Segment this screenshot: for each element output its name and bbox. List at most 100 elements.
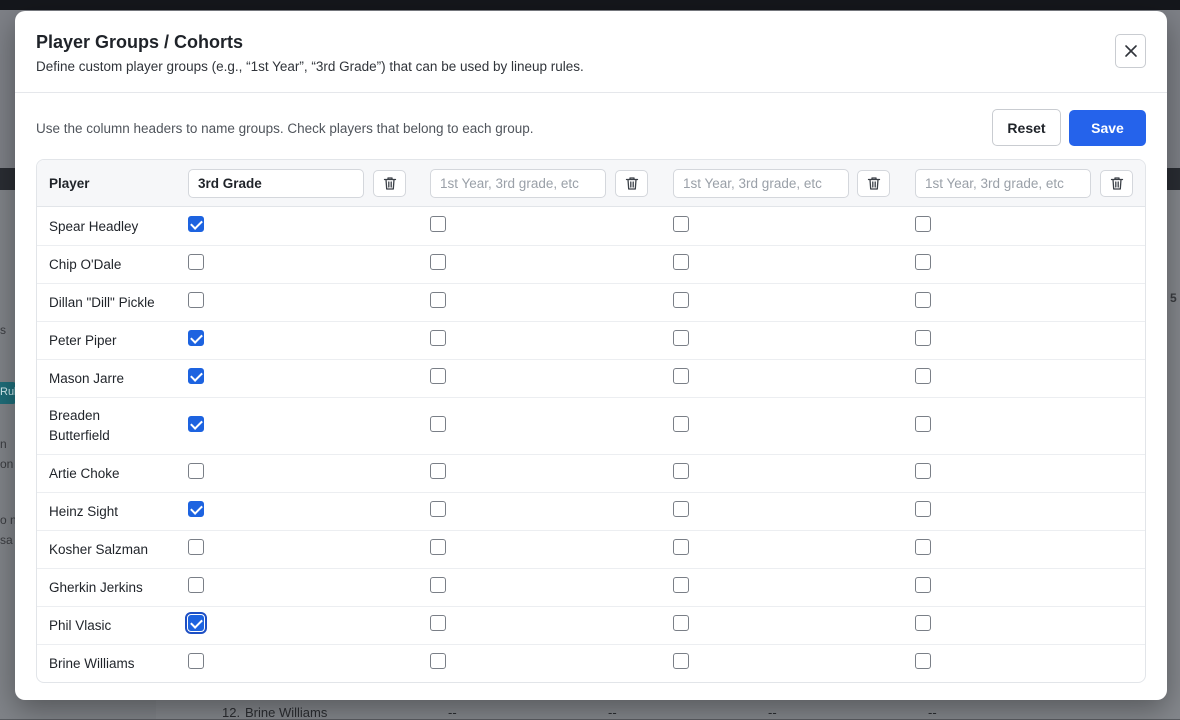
table-row: Mason Jarre	[37, 360, 1145, 398]
table-row: Chip O'Dale	[37, 246, 1145, 284]
group-checkbox-3[interactable]	[673, 577, 689, 593]
group-checkbox-1[interactable]	[188, 416, 204, 432]
group-checkbox-4[interactable]	[915, 216, 931, 232]
group-checkbox-3[interactable]	[673, 254, 689, 270]
group-checkbox-3[interactable]	[673, 539, 689, 555]
close-button[interactable]	[1115, 34, 1146, 68]
group-checkbox-3[interactable]	[673, 216, 689, 232]
player-name: Spear Headley	[49, 219, 139, 234]
group-checkbox-3[interactable]	[673, 416, 689, 432]
player-name: Phil Vlasic	[49, 618, 112, 633]
table-row: Heinz Sight	[37, 493, 1145, 531]
background-fragment: sa	[0, 533, 13, 547]
group-checkbox-2[interactable]	[430, 615, 446, 631]
group-checkbox-1[interactable]	[188, 577, 204, 593]
group-checkbox-1[interactable]	[188, 254, 204, 270]
group-checkbox-3[interactable]	[673, 653, 689, 669]
table-row: Artie Choke	[37, 455, 1145, 493]
group-name-input-4[interactable]	[915, 169, 1091, 198]
delete-group-button-2[interactable]	[615, 170, 648, 197]
table-body: Spear Headley Chip O'Dale Dillan "Dill" Pi…	[37, 208, 1145, 682]
group-checkbox-4[interactable]	[915, 368, 931, 384]
group-checkbox-1[interactable]	[188, 501, 204, 517]
group-checkbox-1[interactable]	[188, 292, 204, 308]
group-checkbox-3[interactable]	[673, 501, 689, 517]
group-checkbox-4[interactable]	[915, 501, 931, 517]
player-column-header: Player	[49, 176, 90, 191]
group-checkbox-2[interactable]	[430, 254, 446, 270]
delete-group-button-3[interactable]	[857, 170, 890, 197]
group-checkbox-3[interactable]	[673, 330, 689, 346]
group-checkbox-4[interactable]	[915, 330, 931, 346]
instructions-text: Use the column headers to name groups. C…	[36, 121, 534, 136]
player-name: Kosher Salzman	[49, 542, 149, 557]
group-checkbox-2[interactable]	[430, 416, 446, 432]
player-groups-modal: Player Groups / Cohorts Define custom pl…	[15, 11, 1167, 700]
group-checkbox-2[interactable]	[430, 501, 446, 517]
modal-header: Player Groups / Cohorts Define custom pl…	[15, 11, 1167, 93]
player-name: Artie Choke	[49, 466, 120, 481]
delete-group-button-4[interactable]	[1100, 170, 1133, 197]
group-checkbox-2[interactable]	[430, 539, 446, 555]
group-checkbox-3[interactable]	[673, 615, 689, 631]
table-header: Player	[37, 160, 1145, 207]
group-checkbox-3[interactable]	[673, 292, 689, 308]
group-checkbox-2[interactable]	[430, 577, 446, 593]
player-name: Heinz Sight	[49, 504, 119, 519]
group-checkbox-1[interactable]	[188, 653, 204, 669]
table-row: Kosher Salzman	[37, 531, 1145, 569]
group-checkbox-4[interactable]	[915, 577, 931, 593]
background-row-number: 12.	[222, 705, 241, 720]
table-row: Dillan "Dill" Pickle	[37, 284, 1145, 322]
group-checkbox-3[interactable]	[673, 463, 689, 479]
group-checkbox-1[interactable]	[188, 330, 204, 346]
group-name-input-3[interactable]	[673, 169, 849, 198]
group-checkbox-4[interactable]	[915, 539, 931, 555]
background-row-dash: --	[608, 705, 617, 720]
table-row: Peter Piper	[37, 322, 1145, 360]
table-row: Phil Vlasic	[37, 607, 1145, 645]
group-checkbox-4[interactable]	[915, 463, 931, 479]
player-name: Chip O'Dale	[49, 257, 122, 272]
player-name: Gherkin Jerkins	[49, 580, 143, 595]
player-name: Peter Piper	[49, 333, 117, 348]
player-name: Dillan "Dill" Pickle	[49, 295, 155, 310]
background-fragment: 5	[1170, 291, 1177, 305]
save-button[interactable]: Save	[1069, 110, 1146, 146]
delete-group-button-1[interactable]	[373, 170, 406, 197]
group-checkbox-2[interactable]	[430, 216, 446, 232]
group-checkbox-4[interactable]	[915, 416, 931, 432]
group-checkbox-4[interactable]	[915, 254, 931, 270]
groups-table: Player Spear Headley Chip O'Dale Dillan "D…	[36, 159, 1146, 683]
group-checkbox-4[interactable]	[915, 615, 931, 631]
group-checkbox-1[interactable]	[188, 368, 204, 384]
group-checkbox-2[interactable]	[430, 292, 446, 308]
group-checkbox-3[interactable]	[673, 368, 689, 384]
group-checkbox-1[interactable]	[188, 463, 204, 479]
group-checkbox-1[interactable]	[185, 612, 207, 634]
player-name: Mason Jarre	[49, 371, 125, 386]
group-checkbox-4[interactable]	[915, 292, 931, 308]
modal-subtitle: Define custom player groups (e.g., “1st …	[36, 59, 584, 74]
close-icon	[1124, 45, 1137, 57]
trash-icon	[625, 177, 638, 190]
background-row-player: Brine Williams	[245, 705, 328, 720]
table-row: Spear Headley	[37, 208, 1145, 246]
player-name: Brine Williams	[49, 656, 135, 671]
background-fragment: n	[0, 437, 7, 451]
background-fragment: s	[0, 323, 6, 337]
group-checkbox-2[interactable]	[430, 368, 446, 384]
group-checkbox-2[interactable]	[430, 330, 446, 346]
group-checkbox-2[interactable]	[430, 463, 446, 479]
group-name-input-2[interactable]	[430, 169, 606, 198]
reset-button[interactable]: Reset	[992, 109, 1061, 146]
background-row-dash: --	[928, 705, 937, 720]
background-fragment: on	[0, 457, 14, 471]
background-topbar	[0, 0, 1180, 10]
group-checkbox-2[interactable]	[430, 653, 446, 669]
group-checkbox-1[interactable]	[188, 539, 204, 555]
group-checkbox-1[interactable]	[188, 216, 204, 232]
modal-title: Player Groups / Cohorts	[36, 32, 244, 52]
group-name-input-1[interactable]	[188, 169, 364, 198]
group-checkbox-4[interactable]	[915, 653, 931, 669]
